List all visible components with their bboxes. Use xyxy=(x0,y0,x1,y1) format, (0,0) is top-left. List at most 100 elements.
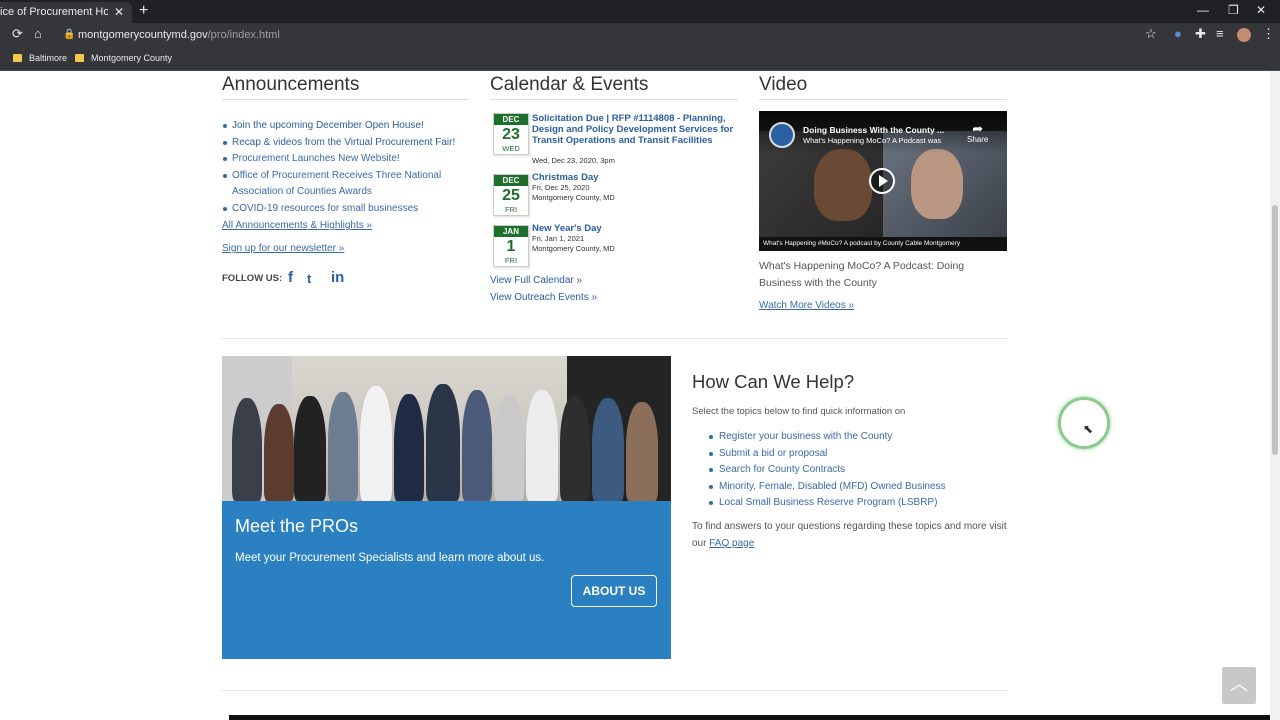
video-bottom-banner: What's Happening #MoCo? A podcast by Cou… xyxy=(759,237,1007,251)
profile-avatar[interactable] xyxy=(1237,28,1251,42)
reading-list-icon[interactable]: ≡ xyxy=(1216,26,1224,41)
restore-button[interactable]: ❐ xyxy=(1228,3,1239,17)
view-full-calendar-link[interactable]: View Full Calendar » xyxy=(490,275,582,286)
video-caption: What's Happening MoCo? A Podcast: Doing … xyxy=(759,260,965,289)
menu-icon[interactable]: ⋮ xyxy=(1262,26,1275,42)
home-icon[interactable]: ⌂ xyxy=(34,26,42,41)
person-figure xyxy=(426,384,460,501)
help-more-text: To find answers to your questions regard… xyxy=(692,519,1007,552)
browser-toolbar: ⟳ ⌂ 🔒 montgomerycountymd.gov/pro/index.h… xyxy=(0,23,1280,47)
announcement-item[interactable]: Office of Procurement Receives Three Nat… xyxy=(223,168,477,185)
calendar-heading: Calendar & Events xyxy=(490,74,649,95)
share-label: Share xyxy=(967,135,989,144)
browser-tab-bar: ice of Procurement Homepag ✕ + — ❐ ✕ xyxy=(0,0,1280,23)
watch-more-videos-link[interactable]: Watch More Videos » xyxy=(759,300,854,311)
person-figure xyxy=(360,386,392,501)
help-intro: Select the topics below to find quick in… xyxy=(692,406,906,417)
folder-icon xyxy=(13,54,22,62)
announcement-item-continued[interactable]: Association of Counties Awards xyxy=(232,184,477,201)
extension-dot-icon[interactable]: ● xyxy=(1174,26,1182,41)
linkedin-icon[interactable]: in xyxy=(331,269,344,286)
new-tab-button[interactable]: + xyxy=(139,2,148,20)
announcements-list: Join the upcoming December Open House! R… xyxy=(223,118,477,218)
event-day: 1 xyxy=(506,238,516,255)
announcements-divider xyxy=(222,99,469,100)
event-title[interactable]: New Year's Day xyxy=(532,223,737,234)
event-month: JAN xyxy=(494,226,528,237)
extensions-icon[interactable]: ✚ xyxy=(1195,26,1206,42)
event-day: 25 xyxy=(502,187,520,204)
event-date-box: JAN 1 FRI xyxy=(493,225,529,267)
page-scrollbar[interactable] xyxy=(1270,71,1280,720)
announcement-item[interactable]: COVID-19 resources for small businesses xyxy=(223,201,477,218)
tab-close-icon[interactable]: ✕ xyxy=(114,2,124,23)
star-icon[interactable]: ☆ xyxy=(1145,26,1157,42)
event-weekday: FRI xyxy=(504,205,518,214)
follow-us-label: FOLLOW US: xyxy=(222,273,283,284)
help-topic-item[interactable]: Minority, Female, Disabled (MFD) Owned B… xyxy=(709,479,946,496)
team-photo xyxy=(222,356,671,501)
announcement-item[interactable]: Procurement Launches New Website! xyxy=(223,151,477,168)
bookmark-montgomery-county[interactable]: Montgomery County xyxy=(75,51,172,65)
announcement-item[interactable]: Join the upcoming December Open House! xyxy=(223,118,477,135)
event-title[interactable]: Solicitation Due | RFP #1114808 - Planni… xyxy=(532,113,737,146)
faq-link[interactable]: FAQ page xyxy=(709,538,754,549)
back-to-top-button[interactable]: ︿ xyxy=(1222,667,1256,704)
bookmark-label: Baltimore xyxy=(29,53,68,63)
newsletter-link[interactable]: Sign up for our newsletter » xyxy=(222,243,344,254)
play-button-icon[interactable] xyxy=(869,168,895,194)
share-button[interactable]: ➦ Share xyxy=(967,122,988,144)
channel-logo-icon[interactable] xyxy=(769,122,795,148)
all-announcements-link[interactable]: All Announcements & Highlights » xyxy=(222,220,372,231)
help-heading: How Can We Help? xyxy=(692,371,855,392)
person-figure xyxy=(494,396,524,501)
facebook-icon[interactable]: f xyxy=(288,269,293,286)
folder-icon xyxy=(75,54,84,62)
meet-text: Meet your Procurement Specialists and le… xyxy=(235,552,545,564)
video-heading: Video xyxy=(759,74,808,95)
person-figure xyxy=(560,396,590,501)
browser-tab[interactable]: ice of Procurement Homepag ✕ xyxy=(0,2,132,23)
scrollbar-thumb[interactable] xyxy=(1272,205,1278,455)
event-month: DEC xyxy=(494,114,528,125)
bookmark-baltimore[interactable]: Baltimore xyxy=(13,51,67,65)
about-us-button[interactable]: ABOUT US xyxy=(571,575,657,607)
person-figure xyxy=(462,390,492,501)
meet-the-pros-panel: Meet the PROs Meet your Procurement Spec… xyxy=(222,501,671,659)
help-topic-list: Register your business with the County S… xyxy=(709,429,946,512)
person-figure xyxy=(526,390,558,501)
section-divider xyxy=(222,338,1007,339)
view-outreach-events-link[interactable]: View Outreach Events » xyxy=(490,292,597,303)
reload-icon[interactable]: ⟳ xyxy=(12,26,23,42)
bottom-overlay-bar xyxy=(229,715,1270,720)
event-meta: Fri, Jan 1, 2021 xyxy=(532,234,585,243)
tab-title: ice of Procurement Homepag xyxy=(0,6,108,18)
person-figure xyxy=(294,396,326,501)
url-host: montgomerycountymd.gov xyxy=(78,29,208,41)
event-location: Montgomery County, MD xyxy=(532,244,615,253)
calendar-divider xyxy=(490,99,738,100)
person-figure xyxy=(394,394,424,501)
event-title[interactable]: Christmas Day xyxy=(532,172,737,183)
mouse-cursor-icon: ⬉ xyxy=(1083,422,1094,436)
announcement-item[interactable]: Recap & videos from the Virtual Procurem… xyxy=(223,135,477,152)
help-topic-item[interactable]: Submit a bid or proposal xyxy=(709,446,946,463)
event-month: DEC xyxy=(494,175,528,186)
help-topic-item[interactable]: Register your business with the County xyxy=(709,429,946,446)
event-day: 23 xyxy=(502,126,520,143)
minimize-button[interactable]: — xyxy=(1197,3,1209,17)
event-location: Montgomery County, MD xyxy=(532,193,615,202)
speaker-1 xyxy=(814,149,872,221)
video-player[interactable]: Doing Business With the County ... What'… xyxy=(759,111,1007,251)
video-player-title[interactable]: Doing Business With the County ... xyxy=(803,125,944,135)
help-topic-item[interactable]: Search for County Contracts xyxy=(709,462,946,479)
person-figure xyxy=(592,398,624,501)
twitter-icon[interactable]: t xyxy=(307,271,311,286)
event-date-box: DEC 25 FRI xyxy=(493,174,529,216)
close-window-button[interactable]: ✕ xyxy=(1256,3,1266,17)
url-path: /pro/index.html xyxy=(207,29,280,41)
address-bar[interactable]: 🔒 montgomerycountymd.gov/pro/index.html xyxy=(58,25,1166,45)
help-topic-item[interactable]: Local Small Business Reserve Program (LS… xyxy=(709,495,946,512)
share-icon: ➦ xyxy=(972,121,984,136)
event-weekday: WED xyxy=(502,144,520,153)
